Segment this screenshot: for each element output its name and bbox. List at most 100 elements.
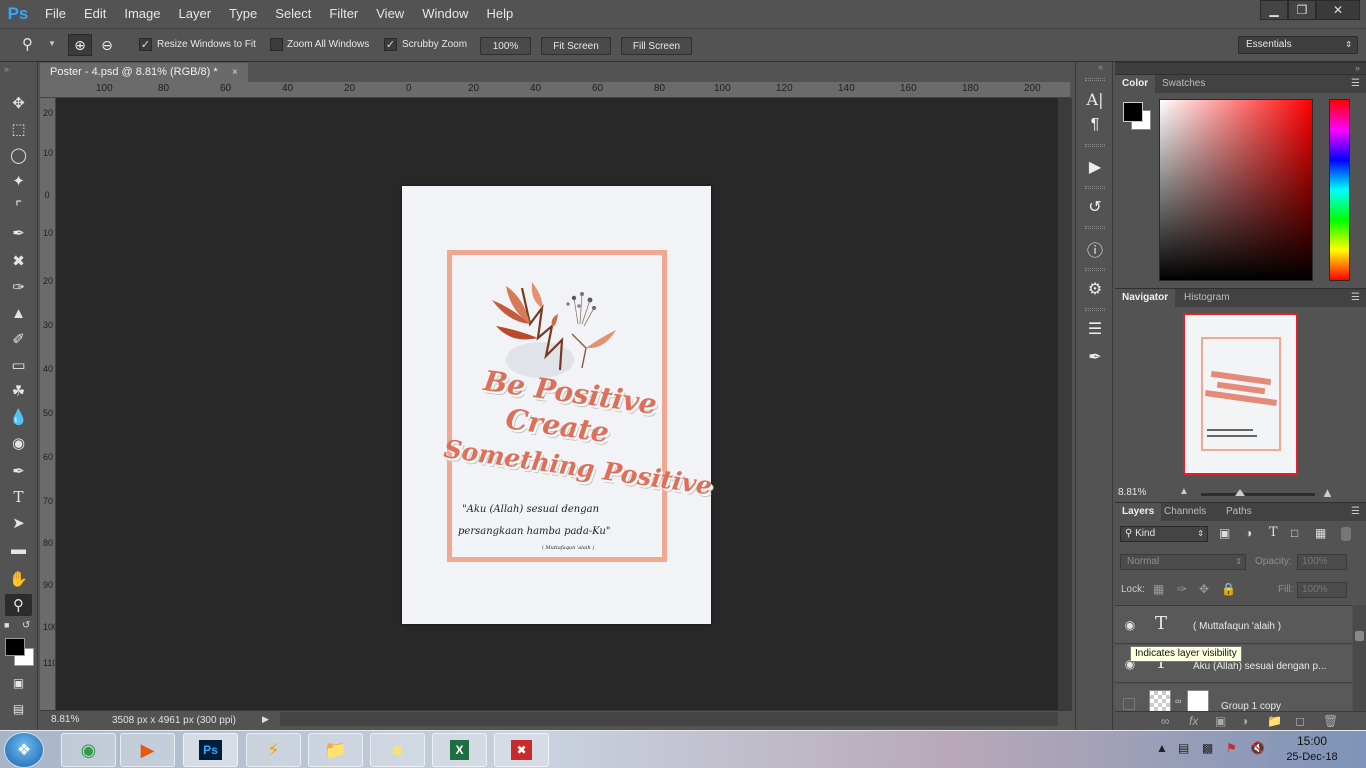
default-colors-icon[interactable]: ■: [4, 620, 9, 630]
rectangle-tool-icon[interactable]: ▬: [5, 538, 32, 560]
layer-name[interactable]: ( Muttafaqun 'alaih ): [1193, 621, 1281, 632]
navigator-zoom-value[interactable]: 8.81%: [1118, 487, 1146, 498]
history-brush-tool-icon[interactable]: ✐: [5, 328, 32, 350]
zoom-all-windows-checkbox[interactable]: [270, 38, 283, 51]
properties-panel-icon[interactable]: ☰: [1084, 318, 1106, 340]
clock-time[interactable]: 15:00: [1292, 734, 1332, 748]
adjustment-layer-icon[interactable]: ◑: [1241, 714, 1248, 728]
history-panel-icon[interactable]: ↺: [1084, 196, 1106, 218]
taskbar-winamp[interactable]: ⚡: [246, 733, 301, 767]
lock-pixels-icon[interactable]: ✑: [1177, 582, 1187, 596]
pen-tool-icon[interactable]: ✒: [5, 460, 32, 482]
dock-collapse-icon[interactable]: «: [1098, 62, 1103, 72]
network-icon[interactable]: ▤: [1178, 741, 1189, 755]
delete-layer-icon[interactable]: 🗑: [1323, 714, 1338, 728]
dock-grip[interactable]: [1085, 308, 1105, 311]
screen-mode-icon[interactable]: ▤: [5, 698, 32, 720]
brush-presets-panel-icon[interactable]: ✒: [1084, 346, 1106, 368]
dock-grip[interactable]: [1085, 78, 1105, 81]
action-center-icon[interactable]: ⚑: [1226, 741, 1237, 755]
taskbar-file-explorer[interactable]: 📁: [308, 733, 363, 767]
taskbar-chrome[interactable]: ◉: [61, 733, 116, 767]
filter-toggle[interactable]: [1341, 527, 1351, 541]
dock-grip[interactable]: [1085, 226, 1105, 229]
visibility-off-box[interactable]: [1123, 698, 1135, 710]
panels-collapse-icon[interactable]: »: [1355, 63, 1360, 73]
dock-grip[interactable]: [1085, 144, 1105, 147]
menu-select[interactable]: Select: [266, 0, 320, 28]
device-icon[interactable]: ▩: [1202, 741, 1213, 755]
menu-type[interactable]: Type: [220, 0, 266, 28]
document-tab[interactable]: Poster - 4.psd @ 8.81% (RGB/8) *: [40, 63, 248, 82]
ruler-left[interactable]: 20 10 0 10 20 30 40 50 60 70 80 90 100 1…: [40, 98, 56, 710]
menu-image[interactable]: Image: [115, 0, 169, 28]
fit-screen-button[interactable]: Fit Screen: [541, 37, 611, 55]
swap-colors-icon[interactable]: ↺: [22, 620, 30, 631]
menu-view[interactable]: View: [367, 0, 413, 28]
taskbar-media-player[interactable]: ▶: [120, 733, 175, 767]
layer-row[interactable]: ◉ T ( Muttafaqun 'alaih ): [1115, 606, 1352, 644]
menu-edit[interactable]: Edit: [75, 0, 115, 28]
panel-menu-icon[interactable]: ☰: [1351, 506, 1360, 517]
scrubby-zoom-checkbox[interactable]: ✓: [384, 38, 397, 51]
paragraph-panel-icon[interactable]: ¶: [1084, 114, 1106, 136]
paint-bucket-tool-icon[interactable]: ☘: [5, 380, 32, 402]
menu-file[interactable]: File: [36, 0, 75, 28]
link-layers-icon[interactable]: ∞: [1161, 714, 1170, 728]
brush-tool-icon[interactable]: ✑: [5, 276, 32, 298]
lasso-tool-icon[interactable]: ◯: [5, 144, 32, 166]
tab-histogram[interactable]: Histogram: [1177, 289, 1237, 307]
opacity-field[interactable]: 100%: [1297, 554, 1347, 570]
taskbar-pdf-reader[interactable]: ✖: [494, 733, 549, 767]
lock-position-icon[interactable]: ✥: [1199, 582, 1209, 596]
taskbar-excel[interactable]: X: [432, 733, 487, 767]
fill-screen-button[interactable]: Fill Screen: [621, 37, 692, 55]
type-tool-icon[interactable]: T: [5, 486, 32, 508]
ruler-top[interactable]: 100 80 60 40 20 0 20 40 60 80 100 120 14…: [40, 82, 1070, 98]
new-layer-icon[interactable]: ◻: [1295, 714, 1305, 728]
foreground-color-swatch[interactable]: [5, 638, 25, 656]
zoom-100-button[interactable]: 100%: [480, 37, 531, 55]
libraries-panel-icon[interactable]: ⚙: [1084, 278, 1106, 300]
eye-icon[interactable]: ◉: [1123, 618, 1137, 632]
preset-dropdown-icon[interactable]: ▼: [48, 39, 56, 48]
color-foreground-swatch[interactable]: [1123, 102, 1143, 122]
layer-filter-select[interactable]: ⚲ Kind ⇕: [1120, 526, 1208, 542]
layer-name[interactable]: Group 1 copy: [1221, 701, 1281, 711]
filter-pixel-icon[interactable]: ▣: [1219, 526, 1230, 540]
status-menu-arrow-icon[interactable]: ▶: [262, 714, 269, 725]
tab-color[interactable]: Color: [1115, 75, 1156, 93]
hue-slider[interactable]: [1329, 99, 1350, 281]
navigator-zoom-in-icon[interactable]: ▲: [1321, 485, 1334, 500]
tab-navigator[interactable]: Navigator: [1115, 289, 1176, 307]
menu-window[interactable]: Window: [413, 0, 477, 28]
move-tool-icon[interactable]: ✥: [5, 92, 32, 114]
info-panel-icon[interactable]: ⓘ: [1084, 238, 1106, 260]
blend-mode-select[interactable]: Normal ⇕: [1120, 554, 1246, 570]
layers-scrollbar-thumb[interactable]: [1355, 631, 1364, 641]
taskbar-photoshop[interactable]: Ps: [183, 733, 238, 767]
new-group-icon[interactable]: 📁: [1267, 714, 1282, 728]
actions-panel-icon[interactable]: ▶: [1084, 156, 1106, 178]
lock-transparency-icon[interactable]: ▦: [1153, 582, 1164, 596]
dock-grip[interactable]: [1085, 268, 1105, 271]
show-hidden-icons[interactable]: ▲: [1156, 741, 1168, 755]
menu-help[interactable]: Help: [477, 0, 522, 28]
navigator-zoom-slider[interactable]: [1201, 489, 1315, 496]
tab-swatches[interactable]: Swatches: [1155, 75, 1212, 93]
taskbar-sticky-notes[interactable]: ■: [370, 733, 425, 767]
navigator-zoom-out-icon[interactable]: ▲: [1179, 486, 1189, 497]
close-window-button[interactable]: ✕: [1316, 0, 1360, 20]
minimize-button[interactable]: ▁: [1260, 0, 1288, 20]
hand-tool-icon[interactable]: ✋: [5, 568, 32, 590]
panel-collapse-icon[interactable]: »: [4, 64, 9, 74]
zoom-tool-icon[interactable]: ⚲: [5, 594, 32, 616]
zoom-tool-preset-icon[interactable]: ⚲: [22, 35, 33, 53]
clone-stamp-tool-icon[interactable]: ▲: [5, 302, 32, 324]
tab-paths[interactable]: Paths: [1219, 503, 1259, 521]
start-button[interactable]: ❖: [4, 732, 44, 768]
zoom-out-icon[interactable]: ⊖: [96, 34, 118, 56]
close-document-icon[interactable]: ×: [232, 63, 238, 82]
color-picker-field[interactable]: [1159, 99, 1313, 281]
workspace-select[interactable]: Essentials ⇕: [1238, 36, 1358, 54]
